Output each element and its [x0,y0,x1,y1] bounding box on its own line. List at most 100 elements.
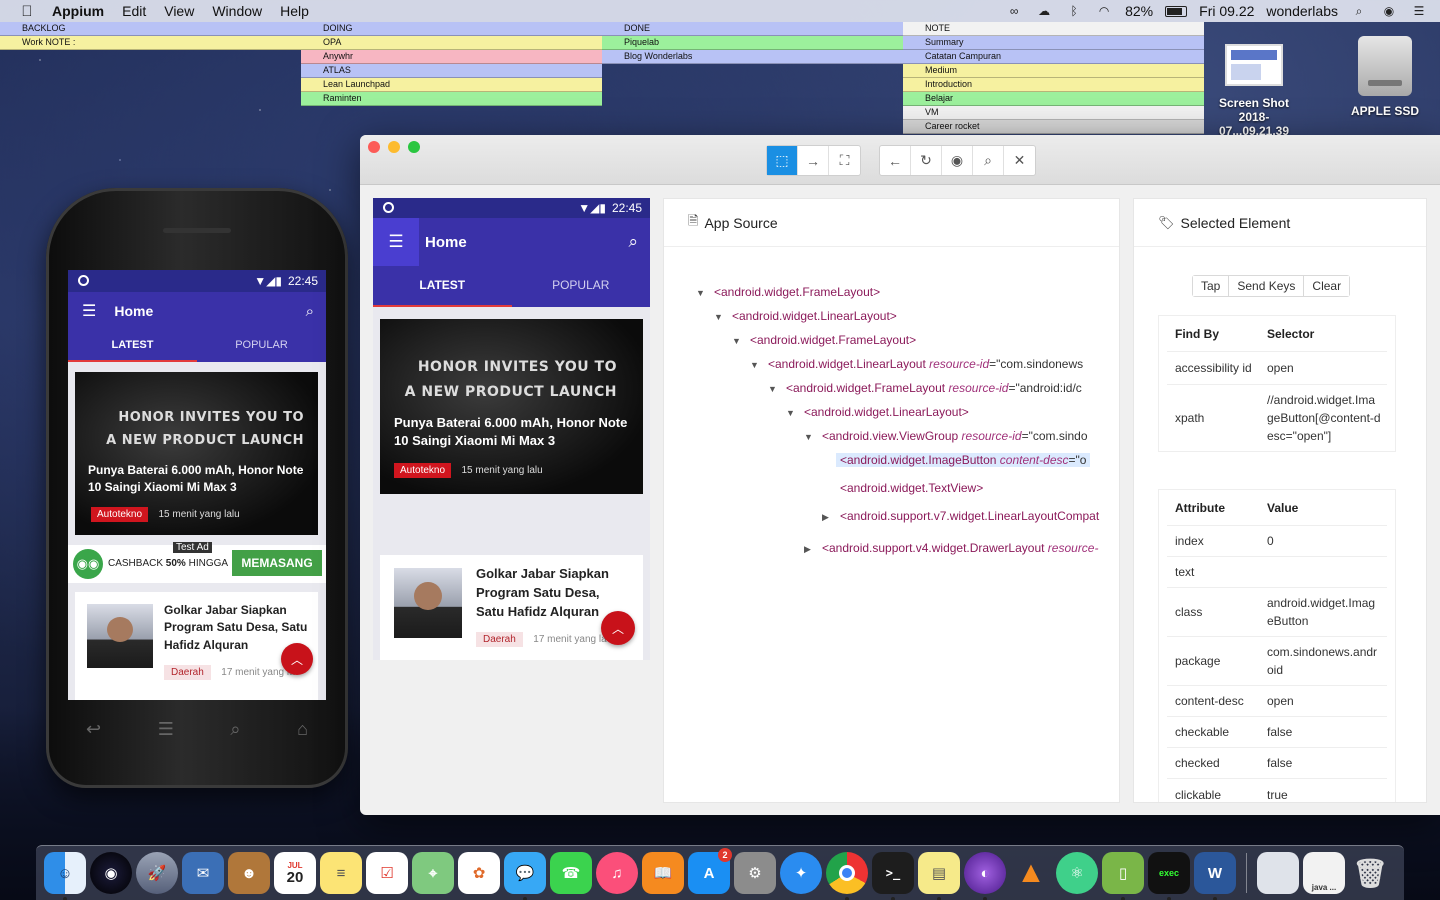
home-key-icon[interactable]: ⌂ [297,719,308,740]
hero-article[interactable]: HONOR INVITES YOU TO A NEW PRODUCT LAUNC… [75,372,318,535]
notes-icon[interactable]: ≡ [320,852,362,894]
sticky-item[interactable]: Medium [903,64,1204,78]
contacts-icon[interactable]: ☻ [228,852,270,894]
table-row[interactable]: accessibility id open [1167,352,1387,385]
siri-icon[interactable]: ◉ [90,852,132,894]
zoom-window-icon[interactable] [408,141,420,153]
sticky-note[interactable]: NOTE Summary Catatan Campuran Medium Int… [903,22,1204,134]
caret-down-icon[interactable]: ▼ [768,379,786,399]
siri-icon[interactable]: ◉ [1380,4,1398,18]
cloud-upload-icon[interactable]: ☁ [1035,4,1053,18]
scroll-top-fab[interactable]: ︿ [601,611,635,645]
swipe-mode-icon[interactable]: → [798,146,829,175]
android-emulator-icon[interactable]: ▯ [1102,852,1144,900]
sticky-item[interactable]: Career rocket [903,120,1204,134]
sticky-done[interactable]: DONE Piquelab Blog Wonderlabs [602,22,903,64]
article-category-badge[interactable]: Daerah [476,632,523,647]
sticky-item[interactable]: Anywhr [301,50,602,64]
menu-hamburger-icon[interactable]: ☰ [82,301,96,321]
tree-node[interactable]: ▼ <android.widget.FrameLayout resource-id… [768,378,1082,398]
wifi-icon[interactable]: ◠ [1095,4,1113,18]
battery-icon[interactable] [1165,5,1188,17]
article-card[interactable]: Golkar Jabar Siapkan Program Satu Desa, … [380,555,643,660]
search-icon[interactable]: ⌕ [306,303,314,320]
word-icon[interactable]: W [1194,852,1236,900]
sticky-item[interactable]: Blog Wonderlabs [602,50,903,64]
tab-latest[interactable]: LATEST [68,330,197,362]
clear-button[interactable]: Clear [1304,276,1350,296]
tree-node[interactable]: ▼ <android.view.ViewGroup resource-id="co… [804,426,1088,446]
sticky-item[interactable]: Catatan Campuran [903,50,1204,64]
reminders-icon[interactable]: ☑ [366,852,408,894]
sticky-item[interactable]: Raminten [301,92,602,106]
calendar-icon[interactable]: JUL 20 [274,852,316,894]
menu-edit[interactable]: Edit [122,3,146,19]
photos-icon[interactable]: ✿ [458,852,500,894]
selector-value[interactable]: //android.widget.ImageButton[@content-de… [1267,385,1387,451]
menu-app-name[interactable]: Appium [52,3,104,19]
caret-down-icon[interactable]: ▼ [786,403,804,423]
sticky-item[interactable]: Introduction [903,78,1204,92]
tree-node[interactable]: ▼ <android.widget.LinearLayout> [714,306,897,326]
app-store-icon[interactable]: A2 [688,848,732,894]
mail-stamp-icon[interactable]: ✉ [182,852,224,894]
caret-down-icon[interactable]: ▼ [696,283,714,303]
launchpad-icon[interactable]: 🚀 [136,852,178,894]
notification-center-icon[interactable]: ☰ [1410,4,1428,18]
desktop-screenshot-file[interactable]: Screen Shot 2018-07...09.21.39 [1204,44,1304,138]
sticky-backlog[interactable]: BACKLOG Work NOTE : [0,22,301,50]
sticky-item[interactable]: Piquelab [602,36,903,50]
tree-node[interactable]: ▶ <android.support.v7.widget.LinearLayout… [822,506,1099,526]
facetime-icon[interactable]: ☎ [550,852,592,894]
terminal-icon[interactable]: >_ [872,852,914,900]
refresh-icon[interactable]: ↻ [911,146,942,175]
hero-article[interactable]: HONOR INVITES YOU TO A NEW PRODUCT LAUNC… [380,319,643,494]
article-category-badge[interactable]: Daerah [164,665,211,680]
sticky-item[interactable]: OPA [301,36,602,50]
sticky-item[interactable]: Lean Launchpad [301,78,602,92]
menu-window[interactable]: Window [212,3,262,19]
caret-down-icon[interactable]: ▼ [732,331,750,351]
tab-latest[interactable]: LATEST [373,266,512,307]
bluetooth-icon[interactable]: ᛒ [1065,4,1083,18]
system-preferences-icon[interactable]: ⚙ [734,852,776,894]
sticky-item[interactable]: Belajar [903,92,1204,106]
maps-icon[interactable]: ⌖ [412,852,454,894]
itunes-icon[interactable]: ♫ [596,852,638,894]
menu-hamburger-icon[interactable]: ☰ [373,218,419,266]
close-window-icon[interactable] [368,141,380,153]
caret-right-icon[interactable]: ▶ [822,507,840,527]
tree-node[interactable]: ▼ <android.widget.FrameLayout> [696,282,880,302]
select-element-mode-icon[interactable]: ⬚ [767,146,798,175]
caret-down-icon[interactable]: ▼ [750,355,768,375]
sticky-item[interactable]: Summary [903,36,1204,50]
ad-banner[interactable]: ◉◉ Test Ad CASHBACK 50% HINGGA MEMASANG [68,542,326,583]
ad-install-button[interactable]: MEMASANG [232,550,322,576]
selector-value[interactable]: open [1267,353,1387,383]
send-keys-button[interactable]: Send Keys [1229,276,1305,296]
minimized-java-window[interactable]: java ... [1303,852,1345,894]
atom-icon[interactable]: ⚛ [1056,852,1098,894]
exec-terminal-icon[interactable]: exec [1148,852,1190,900]
search-icon[interactable]: ⌕ [973,146,1004,175]
finder-icon[interactable]: ☺ [44,852,86,900]
sticky-item[interactable]: VM [903,106,1204,120]
eye-icon[interactable]: ◉ [942,146,973,175]
menu-clock[interactable]: Fri 09.22 [1199,3,1254,19]
trash-icon[interactable]: 🗑 [1349,852,1391,894]
ibooks-icon[interactable]: 📖 [642,852,684,894]
tab-popular[interactable]: POPULAR [512,266,651,307]
device-screenshot[interactable]: ▼◢▮ 22:45 ☰ Home ⌕ LATEST POPULAR HONOR … [373,198,650,660]
desktop-disk[interactable]: APPLE SSD [1340,36,1430,118]
tree-node[interactable]: ▼ <android.widget.LinearLayout> [786,402,969,422]
creative-cloud-icon[interactable]: ∞ [1005,4,1023,18]
caret-down-icon[interactable]: ▼ [804,427,822,447]
search-icon[interactable]: ⌕ [628,232,638,252]
table-row[interactable]: xpath //android.widget.ImageButton[@cont… [1167,385,1387,451]
sticky-doing[interactable]: DOING OPA Anywhr ATLAS Lean Launchpad Ra… [301,22,602,106]
menu-help[interactable]: Help [280,3,309,19]
menu-user[interactable]: wonderlabs [1266,3,1338,19]
appium-app-icon[interactable]: ◐ [964,852,1006,900]
caret-down-icon[interactable]: ▼ [714,307,732,327]
tap-button[interactable]: Tap [1193,276,1230,296]
